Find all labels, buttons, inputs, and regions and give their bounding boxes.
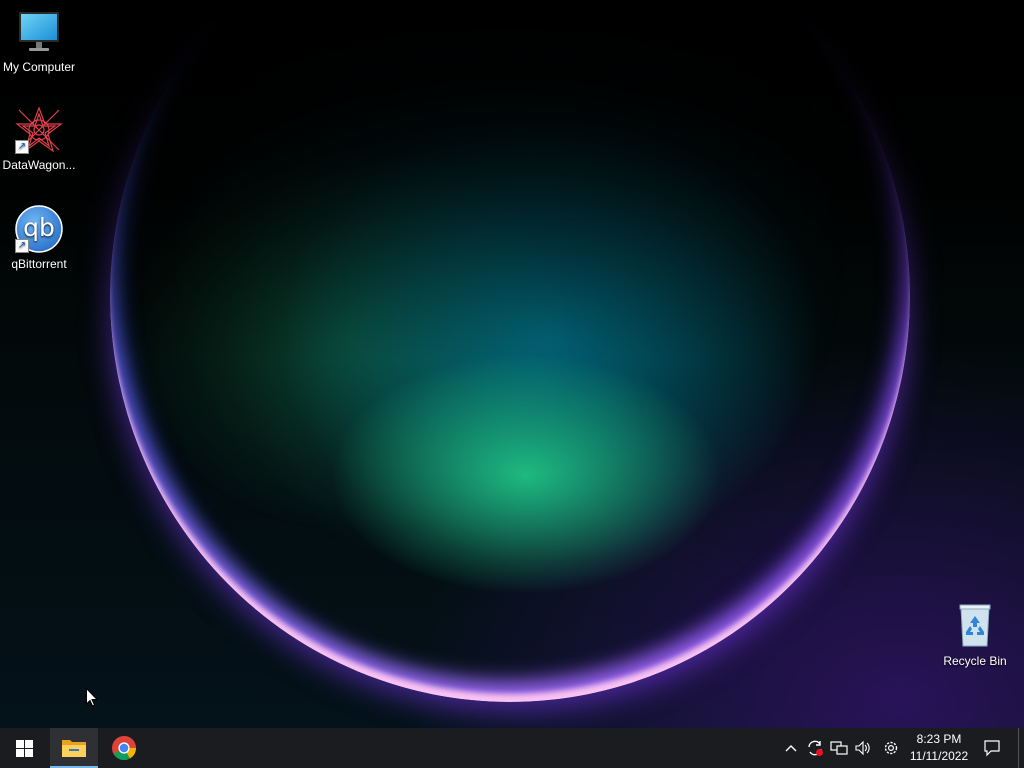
notification-icon[interactable] — [982, 738, 1002, 758]
folder-icon — [62, 740, 86, 757]
desktop-icon-label: My Computer — [2, 60, 76, 74]
network-icon[interactable] — [829, 738, 849, 758]
desktop-icon-recycle-bin[interactable]: Recycle Bin — [936, 602, 1014, 668]
chrome-icon — [112, 736, 136, 761]
shortcut-arrow-icon: ↗ — [15, 239, 29, 253]
taskbar: 8:23 PM 11/11/2022 — [0, 728, 1024, 768]
taskbar-chrome[interactable] — [100, 728, 148, 768]
sync-icon[interactable] — [805, 738, 825, 758]
recycle-bin-icon — [951, 602, 999, 650]
windows-logo-icon — [15, 739, 33, 757]
gear-icon[interactable] — [881, 738, 901, 758]
qbittorrent-glyph-text: qb — [23, 213, 55, 242]
desktop-icon-label: Recycle Bin — [943, 654, 1007, 668]
taskbar-file-explorer[interactable] — [50, 728, 98, 768]
datawagon-icon: ↗ — [15, 106, 63, 154]
desktop-icon-label: qBittorrent — [11, 257, 67, 271]
system-clock[interactable]: 8:23 PM 11/11/2022 — [902, 731, 976, 765]
start-button[interactable] — [0, 728, 48, 768]
desktop[interactable]: My Computer ↗ DataWagon... qb ↗ qBittorr… — [0, 0, 1024, 728]
tray-overflow-chevron-icon[interactable] — [781, 738, 801, 758]
desktop-icon-label: DataWagon... — [2, 158, 76, 172]
qbittorrent-icon: qb ↗ — [15, 205, 63, 253]
desktop-icon-my-computer[interactable]: My Computer — [0, 8, 78, 74]
mouse-cursor-icon — [86, 687, 99, 712]
show-desktop-button[interactable] — [1018, 728, 1024, 768]
desktop-icon-qbittorrent[interactable]: qb ↗ qBittorrent — [0, 205, 78, 271]
wallpaper-fade — [0, 0, 1024, 360]
clock-time: 8:23 PM — [916, 732, 962, 746]
desktop-icon-datawagon[interactable]: ↗ DataWagon... — [0, 106, 78, 172]
shortcut-arrow-icon: ↗ — [15, 140, 29, 154]
volume-icon[interactable] — [853, 738, 873, 758]
clock-date: 11/11/2022 — [909, 749, 969, 763]
monitor-icon — [15, 8, 63, 56]
